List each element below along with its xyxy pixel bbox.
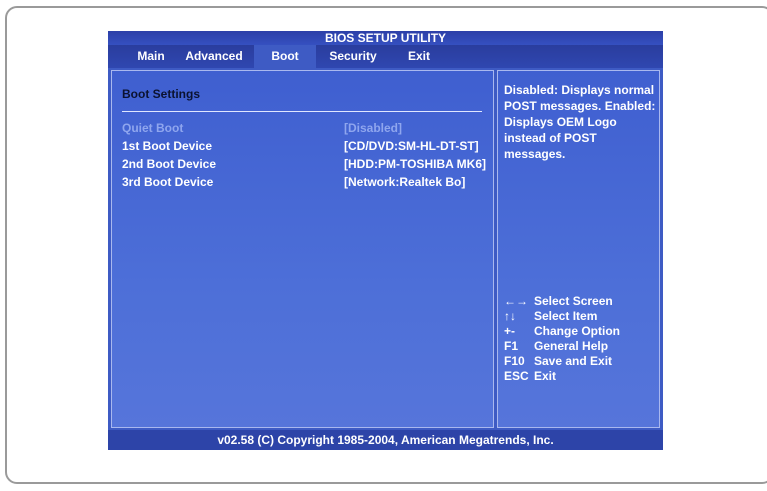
tab-bar: Main Advanced Boot Security Exit bbox=[108, 45, 663, 68]
key-row: F10 Save and Exit bbox=[504, 354, 659, 369]
setting-label: Quiet Boot bbox=[122, 121, 184, 135]
section-title: Boot Settings bbox=[122, 87, 200, 101]
setting-label: 2nd Boot Device bbox=[122, 157, 217, 171]
tab-main[interactable]: Main bbox=[126, 45, 176, 68]
plus-minus-icon: +- bbox=[504, 324, 516, 338]
key-f1: F1 bbox=[504, 339, 519, 353]
tab-exit[interactable]: Exit bbox=[394, 45, 444, 68]
key-f10: F10 bbox=[504, 354, 525, 368]
key-description: Select Screen bbox=[534, 294, 613, 308]
key-row: +- Change Option bbox=[504, 324, 659, 339]
boot-settings-panel: Boot Settings Quiet Boot [Disabled] 1st … bbox=[111, 70, 494, 428]
key-row: ↑↓ Select Item bbox=[504, 309, 659, 324]
setting-value: [HDD:PM-TOSHIBA MK6] bbox=[344, 157, 486, 171]
setting-quiet-boot[interactable]: Quiet Boot [Disabled] bbox=[112, 121, 495, 138]
key-description: Save and Exit bbox=[534, 354, 613, 368]
setting-value: [Disabled] bbox=[344, 121, 403, 135]
copyright-footer: v02.58 (C) Copyright 1985-2004, American… bbox=[108, 430, 663, 450]
setting-label: 1st Boot Device bbox=[122, 139, 213, 153]
setting-1st-boot-device[interactable]: 1st Boot Device [CD/DVD:SM-HL-DT-ST] bbox=[112, 139, 495, 156]
setting-2nd-boot-device[interactable]: 2nd Boot Device [HDD:PM-TOSHIBA MK6] bbox=[112, 157, 495, 174]
setting-3rd-boot-device[interactable]: 3rd Boot Device [Network:Realtek Bo] bbox=[112, 175, 495, 192]
key-description: General Help bbox=[534, 339, 609, 353]
setting-label: 3rd Boot Device bbox=[122, 175, 214, 189]
section-divider bbox=[122, 111, 482, 112]
help-text: Disabled: Displays normal POST messages.… bbox=[504, 83, 656, 161]
key-description: Change Option bbox=[534, 324, 620, 338]
key-description: Exit bbox=[534, 369, 557, 383]
up-down-arrows-icon: ↑↓ bbox=[504, 309, 516, 323]
tab-security[interactable]: Security bbox=[318, 45, 388, 68]
key-description: Select Item bbox=[534, 309, 598, 323]
bios-window: BIOS SETUP UTILITY Main Advanced Boot Se… bbox=[108, 31, 663, 450]
setting-value: [Network:Realtek Bo] bbox=[344, 175, 466, 189]
key-row: F1 General Help bbox=[504, 339, 659, 354]
help-panel: Disabled: Displays normal POST messages.… bbox=[497, 70, 660, 428]
window-title: BIOS SETUP UTILITY bbox=[108, 31, 663, 45]
key-esc: ESC bbox=[504, 369, 529, 383]
tab-boot[interactable]: Boot bbox=[254, 45, 316, 68]
key-row: ESC Exit bbox=[504, 369, 659, 384]
left-right-arrows-icon: ←→ bbox=[504, 294, 528, 308]
key-row: ←→ Select Screen bbox=[504, 294, 659, 309]
key-legend: ←→ Select Screen ↑↓ Select Item +- Chang… bbox=[504, 294, 659, 384]
tab-advanced[interactable]: Advanced bbox=[178, 45, 250, 68]
setting-value: [CD/DVD:SM-HL-DT-ST] bbox=[344, 139, 479, 153]
